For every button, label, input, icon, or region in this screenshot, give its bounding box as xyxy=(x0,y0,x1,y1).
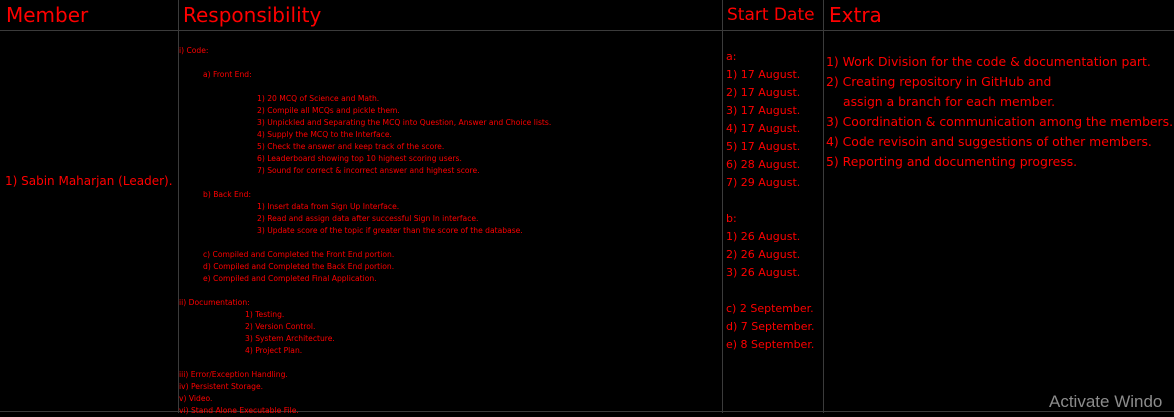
responsibility-line: 4) Supply the MCQ to the Interface. xyxy=(257,130,392,139)
header-row-divider xyxy=(0,30,1174,31)
start-date-line: 6) 28 August. xyxy=(726,158,801,171)
extra-line: 2) Creating repository in GitHub and xyxy=(826,74,1052,89)
responsibility-line: 1) 20 MCQ of Science and Math. xyxy=(257,94,380,103)
activate-windows-watermark: Activate Windo xyxy=(1049,392,1163,411)
responsibility-line: 1) Testing. xyxy=(245,310,285,319)
start-date-line: a: xyxy=(726,50,737,63)
responsibility-line: ii) Documentation: xyxy=(179,298,250,307)
header-member[interactable]: Member xyxy=(6,0,88,30)
responsibility-line: v) Video. xyxy=(179,394,213,403)
start-date-cell[interactable]: a: 1) 17 August. 2) 17 August. 3) 17 August… xyxy=(726,48,815,354)
start-date-line: 4) 17 August. xyxy=(726,122,801,135)
responsibility-line: d) Compiled and Completed the Back End p… xyxy=(203,262,395,271)
start-date-line: 2) 26 August. xyxy=(726,248,801,261)
extra-line: 1) Work Division for the code & document… xyxy=(826,54,1151,69)
start-date-line: 1) 17 August. xyxy=(726,68,801,81)
extra-line: 4) Code revisoin and suggestions of othe… xyxy=(826,134,1152,149)
responsibility-line: b) Back End: xyxy=(203,190,252,199)
responsibility-line: 3) Update score of the topic if greater … xyxy=(257,226,523,235)
start-date-line: e) 8 September. xyxy=(726,338,815,351)
start-date-line: 3) 17 August. xyxy=(726,104,801,117)
responsibility-line: c) Compiled and Completed the Front End … xyxy=(203,250,395,259)
responsibility-line: 2) Version Control. xyxy=(245,322,316,331)
responsibility-line: e) Compiled and Completed Final Applicat… xyxy=(203,274,377,283)
responsibility-line: 2) Compile all MCQs and pickle them. xyxy=(257,106,400,115)
member-cell[interactable]: 1) Sabin Maharjan (Leader). xyxy=(5,174,173,188)
responsibility-line: 5) Check the answer and keep track of th… xyxy=(257,142,445,151)
responsibility-line: 7) Sound for correct & incorrect answer … xyxy=(257,166,480,175)
responsibility-line: i) Code: xyxy=(179,46,209,55)
extra-line: assign a branch for each member. xyxy=(843,94,1056,109)
header-start-date[interactable]: Start Date xyxy=(727,0,815,30)
start-date-line: c) 2 September. xyxy=(726,302,814,315)
column-divider-3 xyxy=(823,0,824,413)
responsibility-line: 3) System Architecture. xyxy=(245,334,335,343)
responsibility-line: 4) Project Plan. xyxy=(245,346,303,355)
start-date-line: d) 7 September. xyxy=(726,320,815,333)
column-divider-2 xyxy=(722,0,723,413)
header-extra[interactable]: Extra xyxy=(829,0,882,30)
responsibility-line: a) Front End: xyxy=(203,70,252,79)
extra-line: 5) Reporting and documenting progress. xyxy=(826,154,1078,169)
responsibility-line: iii) Error/Exception Handling. xyxy=(179,370,288,379)
responsibility-line: 2) Read and assign data after successful… xyxy=(257,214,479,223)
responsibility-line: iv) Persistent Storage. xyxy=(179,382,264,391)
start-date-line: b: xyxy=(726,212,737,225)
responsibility-cell[interactable]: i) Code: a) Front End: 1) 20 MCQ of Scienc… xyxy=(179,45,719,417)
start-date-line: 2) 17 August. xyxy=(726,86,801,99)
start-date-line: 7) 29 August. xyxy=(726,176,801,189)
responsibility-line: vi) Stand Alone Executable File. xyxy=(179,406,299,415)
start-date-line: 3) 26 August. xyxy=(726,266,801,279)
responsibility-line: 1) Insert data from Sign Up Interface. xyxy=(257,202,400,211)
responsibility-line: 6) Leaderboard showing top 10 highest sc… xyxy=(257,154,462,163)
start-date-line: 5) 17 August. xyxy=(726,140,801,153)
extra-cell[interactable]: 1) Work Division for the code & document… xyxy=(826,52,1173,172)
responsibility-line: 3) Unpickled and Separating the MCQ into… xyxy=(257,118,552,127)
extra-line: 3) Coordination & communication among th… xyxy=(826,114,1174,129)
header-responsibility[interactable]: Responsibility xyxy=(183,0,321,30)
start-date-line: 1) 26 August. xyxy=(726,230,801,243)
